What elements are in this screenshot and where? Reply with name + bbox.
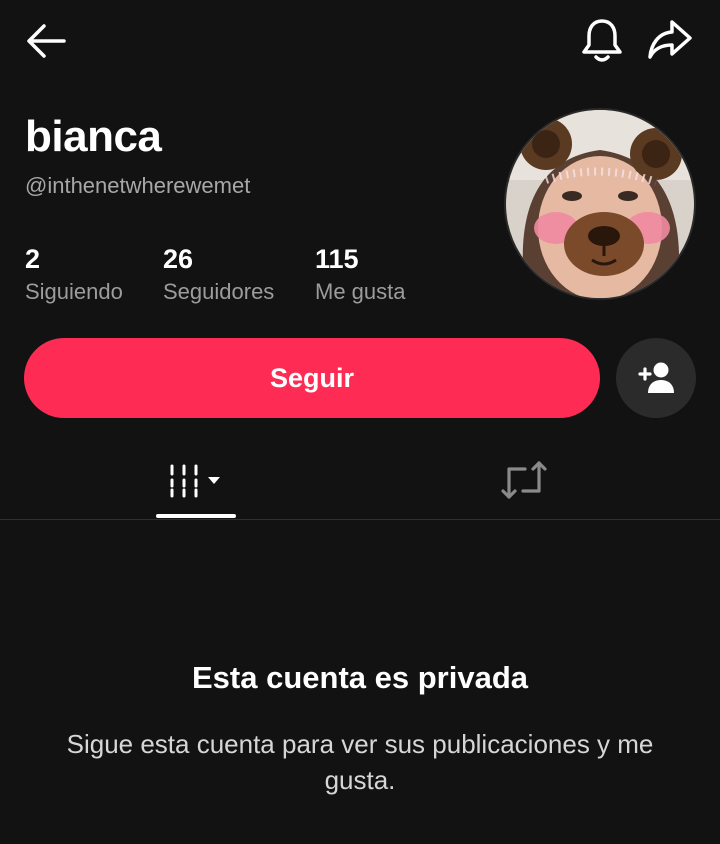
private-account-subtitle: Sigue esta cuenta para ver sus publicaci…	[66, 729, 654, 795]
stat-value: 26	[163, 244, 194, 274]
repost-icon	[501, 460, 547, 499]
profile-handle: @inthenetwherewemet	[25, 173, 251, 198]
active-tab-indicator	[156, 514, 236, 518]
back-button[interactable]	[20, 18, 72, 64]
stat-label: Me gusta	[315, 279, 406, 304]
stat-followers[interactable]: 26 Seguidores	[163, 244, 274, 305]
tab-reposts[interactable]	[482, 440, 566, 519]
avatar[interactable]	[504, 108, 696, 300]
share-icon	[648, 20, 692, 59]
profile-name: bianca	[25, 112, 162, 161]
follow-button[interactable]: Seguir	[24, 338, 600, 418]
stat-label: Siguiendo	[25, 279, 123, 304]
stat-value: 115	[315, 244, 359, 274]
back-arrow-icon	[27, 24, 66, 58]
stat-likes: 115 Me gusta	[315, 244, 406, 305]
private-account-title: Esta cuenta es privada	[192, 660, 528, 695]
share-button[interactable]	[644, 14, 696, 66]
videos-grid-icon	[170, 464, 220, 497]
top-bar	[0, 0, 720, 84]
notifications-button[interactable]	[576, 14, 628, 66]
add-user-icon	[638, 362, 674, 393]
profile-tabs	[0, 440, 720, 520]
tab-videos[interactable]	[156, 440, 236, 519]
chevron-down-icon	[208, 476, 220, 484]
avatar-image	[506, 110, 694, 298]
add-friend-button[interactable]	[616, 338, 696, 418]
stat-following[interactable]: 2 Siguiendo	[25, 244, 123, 305]
stat-value: 2	[25, 244, 41, 274]
bell-icon	[582, 19, 622, 62]
stat-label: Seguidores	[163, 279, 275, 304]
